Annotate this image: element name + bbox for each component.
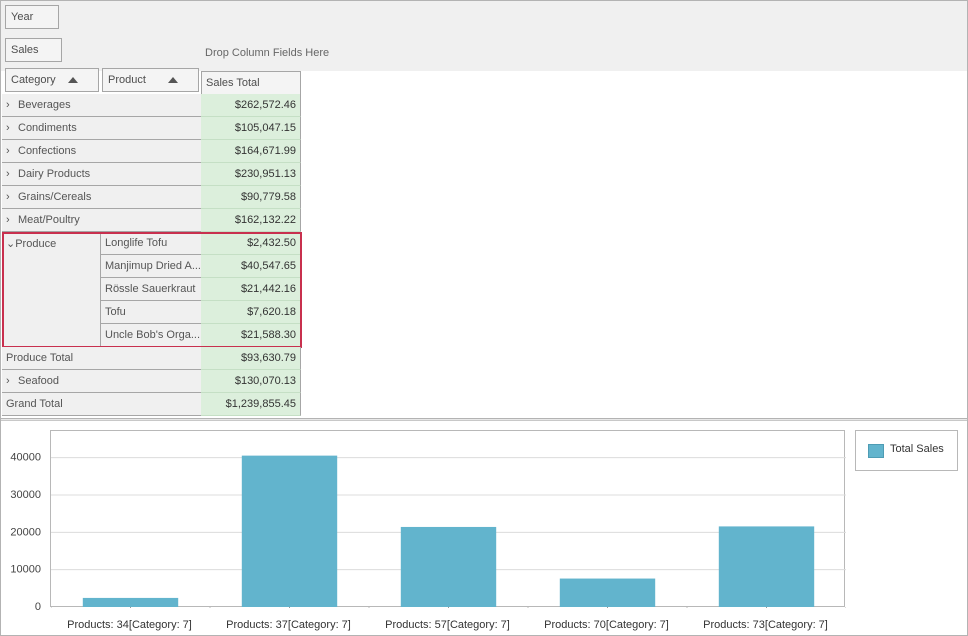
value-cell[interactable]: $90,779.58 — [201, 186, 301, 209]
row-header-category[interactable]: › Dairy Products — [2, 163, 202, 186]
row-header-category[interactable]: › Grains/Cereals — [2, 186, 202, 209]
category-label: Meat/Poultry — [18, 214, 80, 226]
chart-legend: Total Sales — [855, 430, 958, 471]
category-label: Condiments — [18, 122, 77, 134]
row-header-category[interactable]: › Confections — [2, 140, 202, 163]
row-header-produce-total[interactable]: Produce Total — [2, 347, 202, 370]
bar — [400, 526, 497, 607]
y-tick-label: 40000 — [10, 452, 41, 464]
pivot-grid-window: Year Sales Drop Column Fields Here Categ… — [0, 0, 968, 636]
bar-chart — [50, 455, 847, 610]
filter-area — [1, 1, 967, 71]
bar — [559, 578, 656, 607]
x-tick-label: Products: 37[Category: 7] — [226, 619, 351, 631]
row-header-product[interactable]: Tofu — [101, 301, 202, 324]
row-header-product[interactable]: Uncle Bob's Orga... — [101, 324, 202, 347]
value-cell[interactable]: $21,588.30 — [201, 324, 301, 347]
chart-plot-area — [50, 430, 847, 610]
chevron-right-icon[interactable]: › — [6, 186, 18, 208]
category-label: Produce — [15, 238, 57, 250]
row-header-category[interactable]: › Condiments — [2, 117, 202, 140]
value-cell[interactable]: $2,432.50 — [201, 232, 301, 255]
value-cell[interactable]: $162,132.22 — [201, 209, 301, 232]
value-cell[interactable]: $105,047.15 — [201, 117, 301, 140]
value-cell[interactable]: $164,671.99 — [201, 140, 301, 163]
column-drop-hint: Drop Column Fields Here — [205, 47, 330, 59]
sales-field-chip[interactable]: Sales — [5, 38, 62, 62]
row-header-produce[interactable]: ⌄Produce — [2, 233, 101, 348]
sort-ascending-icon[interactable] — [68, 77, 78, 83]
x-tick-label: Products: 73[Category: 7] — [703, 619, 828, 631]
value-cell[interactable]: $21,442.16 — [201, 278, 301, 301]
chart-control: 0 10000 20000 30000 40000 Products: 34[Catego… — [1, 421, 967, 635]
x-tick-label: Products: 34[Category: 7] — [67, 619, 192, 631]
value-cell[interactable]: $262,572.46 — [201, 94, 301, 117]
bar — [82, 597, 179, 607]
category-label: Grains/Cereals — [18, 191, 92, 203]
value-cell[interactable]: $40,547.65 — [201, 255, 301, 278]
value-cell[interactable]: $93,630.79 — [201, 347, 301, 370]
row-header-category[interactable]: › Beverages — [2, 94, 202, 117]
row-header-grand-total[interactable]: Grand Total — [2, 393, 202, 416]
category-label: Beverages — [18, 99, 71, 111]
category-label: Dairy Products — [18, 168, 91, 180]
chevron-right-icon[interactable]: › — [6, 370, 18, 392]
value-cell[interactable]: $7,620.18 — [201, 301, 301, 324]
product-field-label: Product — [108, 74, 146, 86]
value-cell[interactable]: $230,951.13 — [201, 163, 301, 186]
year-field-chip[interactable]: Year — [5, 5, 59, 29]
category-field-label: Category — [11, 74, 56, 86]
data-header-label: Sales Total — [206, 77, 260, 89]
y-tick-label: 0 — [35, 601, 41, 613]
year-field-label: Year — [11, 11, 34, 23]
y-tick-label: 30000 — [10, 489, 41, 501]
x-tick-label: Products: 70[Category: 7] — [544, 619, 669, 631]
row-header-product[interactable]: Manjimup Dried A... — [101, 255, 202, 278]
row-header-category[interactable]: › Meat/Poultry — [2, 209, 202, 232]
y-tick-label: 20000 — [10, 526, 41, 538]
category-label: Seafood — [18, 375, 59, 387]
bar — [718, 526, 815, 607]
pivot-grid: Year Sales Drop Column Fields Here Categ… — [1, 1, 967, 418]
value-cell[interactable]: $130,070.13 — [201, 370, 301, 393]
category-label: Confections — [18, 145, 77, 157]
chevron-right-icon[interactable]: › — [6, 117, 18, 139]
x-tick-label: Products: 57[Category: 7] — [385, 619, 510, 631]
chevron-right-icon[interactable]: › — [6, 209, 18, 231]
category-field-chip[interactable]: Category — [5, 68, 99, 92]
product-field-chip[interactable]: Product — [102, 68, 199, 92]
legend-label: Total Sales — [890, 443, 944, 455]
row-header-product[interactable]: Longlife Tofu — [101, 232, 202, 255]
sales-field-label: Sales — [11, 44, 39, 56]
chevron-right-icon[interactable]: › — [6, 94, 18, 116]
value-cell[interactable]: $1,239,855.45 — [201, 393, 301, 416]
row-header-category[interactable]: › Seafood — [2, 370, 202, 393]
chevron-right-icon[interactable]: › — [6, 140, 18, 162]
row-header-product[interactable]: Rössle Sauerkraut — [101, 278, 202, 301]
sort-ascending-icon[interactable] — [168, 77, 178, 83]
data-header-sales-total[interactable]: Sales Total — [201, 71, 301, 95]
bar — [241, 455, 338, 607]
chevron-down-icon[interactable]: ⌄ — [6, 238, 15, 250]
y-tick-label: 10000 — [10, 564, 41, 576]
legend-swatch — [868, 444, 884, 458]
chevron-right-icon[interactable]: › — [6, 163, 18, 185]
